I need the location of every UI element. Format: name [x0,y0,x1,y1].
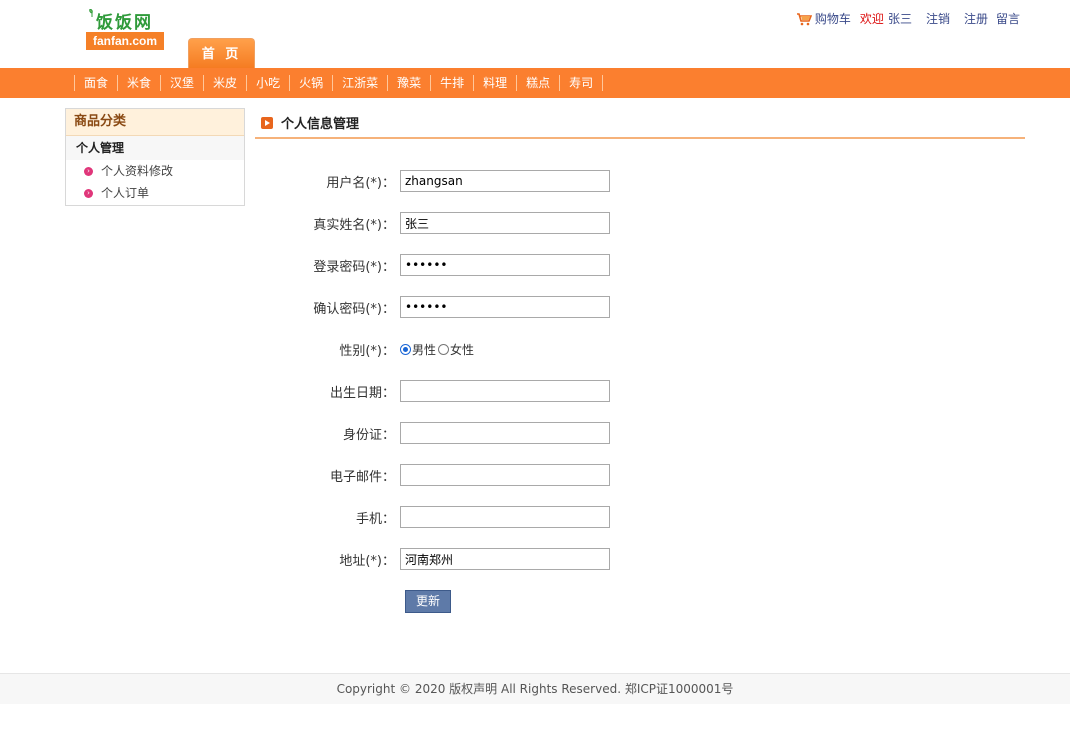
idcard-input[interactable] [400,422,610,444]
form-row-password: 登录密码(*)： [255,253,755,277]
username-input[interactable] [400,170,610,192]
message-link[interactable]: 留言 [996,10,1020,27]
form-row-address: 地址(*)： [255,547,755,571]
form-row-email: 电子邮件： [255,463,755,487]
birthday-input[interactable] [400,380,610,402]
form-row-phone: 手机： [255,505,755,529]
welcome-text: 欢迎 [859,12,884,26]
nav-item-snacks[interactable]: 小吃 [246,75,289,91]
register-link[interactable]: 注册 [964,10,988,27]
phone-input[interactable] [400,506,610,528]
logo-domain-text: fanfan.com [86,32,164,50]
site-logo[interactable]: 饭饭网 fanfan.com [86,8,164,50]
nav-item-steak[interactable]: 牛排 [430,75,473,91]
tab-home[interactable]: 首 页 [188,38,255,68]
gender-female-radio[interactable] [438,343,450,355]
form-row-gender: 性别(*)： 男性 女性 [255,337,755,361]
password-label: 登录密码(*)： [313,259,395,275]
chevron-right-icon: › [84,188,93,198]
confirm-password-label: 确认密码(*)： [313,301,395,317]
sidebar: 商品分类 个人管理 › 个人资料修改 › 个人订单 [65,108,245,206]
email-input[interactable] [400,464,610,486]
cart-icon [796,12,812,25]
sidebar-title: 商品分类 [66,109,244,136]
cart-link[interactable]: 购物车 [815,10,851,27]
chevron-right-icon: › [84,166,93,176]
confirm-password-input[interactable] [400,296,610,318]
sidebar-section-personal: 个人管理 [66,136,244,160]
gender-male-label[interactable]: 男性 [412,341,436,358]
phone-label: 手机： [355,511,395,527]
gender-male-radio[interactable] [400,343,411,355]
page-title: 个人信息管理 [281,117,360,132]
form-row-realname: 真实姓名(*)： [255,211,755,235]
sidebar-item-label: 个人资料修改 [101,164,174,178]
address-input[interactable] [400,548,610,570]
update-button[interactable]: 更新 [405,590,451,613]
form-row-username: 用户名(*)： [255,169,755,193]
gender-female-label[interactable]: 女性 [450,341,474,358]
footer-copyright: Copyright © 2020 版权声明 All Rights Reserve… [0,673,1070,704]
nav-item-rice-noodle[interactable]: 米皮 [203,75,246,91]
username-label: 用户名(*)： [326,175,395,191]
logo-chinese-text: 饭饭网 [96,13,153,33]
nav-item-cuisine[interactable]: 料理 [473,75,516,91]
nav-item-henan[interactable]: 豫菜 [387,75,430,91]
form-row-confirm-password: 确认密码(*)： [255,295,755,319]
nav-item-noodles[interactable]: 面食 [74,75,117,91]
realname-input[interactable] [400,212,610,234]
gender-label: 性别(*)： [339,343,395,359]
top-links: 购物车 欢迎 张三 注销 注册 留言 [796,10,1020,27]
nav-item-hotpot[interactable]: 火锅 [289,75,332,91]
nav-item-sushi[interactable]: 寿司 [559,75,604,91]
birthday-label: 出生日期： [329,385,395,401]
nav-item-pastry[interactable]: 糕点 [516,75,559,91]
realname-label: 真实姓名(*)： [313,217,395,233]
idcard-label: 身份证： [342,427,395,443]
gender-radio-group: 男性 女性 [400,341,476,358]
arrow-right-icon [261,116,273,129]
nav-item-jiangzhe[interactable]: 江浙菜 [332,75,387,91]
category-nav: 面食 米食 汉堡 米皮 小吃 火锅 江浙菜 豫菜 牛排 料理 糕点 寿司 [0,68,1070,98]
current-username: 张三 [887,12,912,26]
sprout-icon [89,9,93,17]
nav-item-burger[interactable]: 汉堡 [160,75,203,91]
nav-item-rice[interactable]: 米食 [117,75,160,91]
form-row-idcard: 身份证： [255,421,755,445]
password-input[interactable] [400,254,610,276]
logout-link[interactable]: 注销 [926,10,950,27]
sidebar-item-orders[interactable]: › 个人订单 [66,182,244,204]
panel-header: 个人信息管理 [255,108,1025,139]
form-row-birthday: 出生日期： [255,379,755,403]
address-label: 地址(*)： [339,553,395,569]
sidebar-item-edit-profile[interactable]: › 个人资料修改 [66,160,244,182]
email-label: 电子邮件： [329,469,395,485]
sidebar-item-label: 个人订单 [101,186,150,200]
